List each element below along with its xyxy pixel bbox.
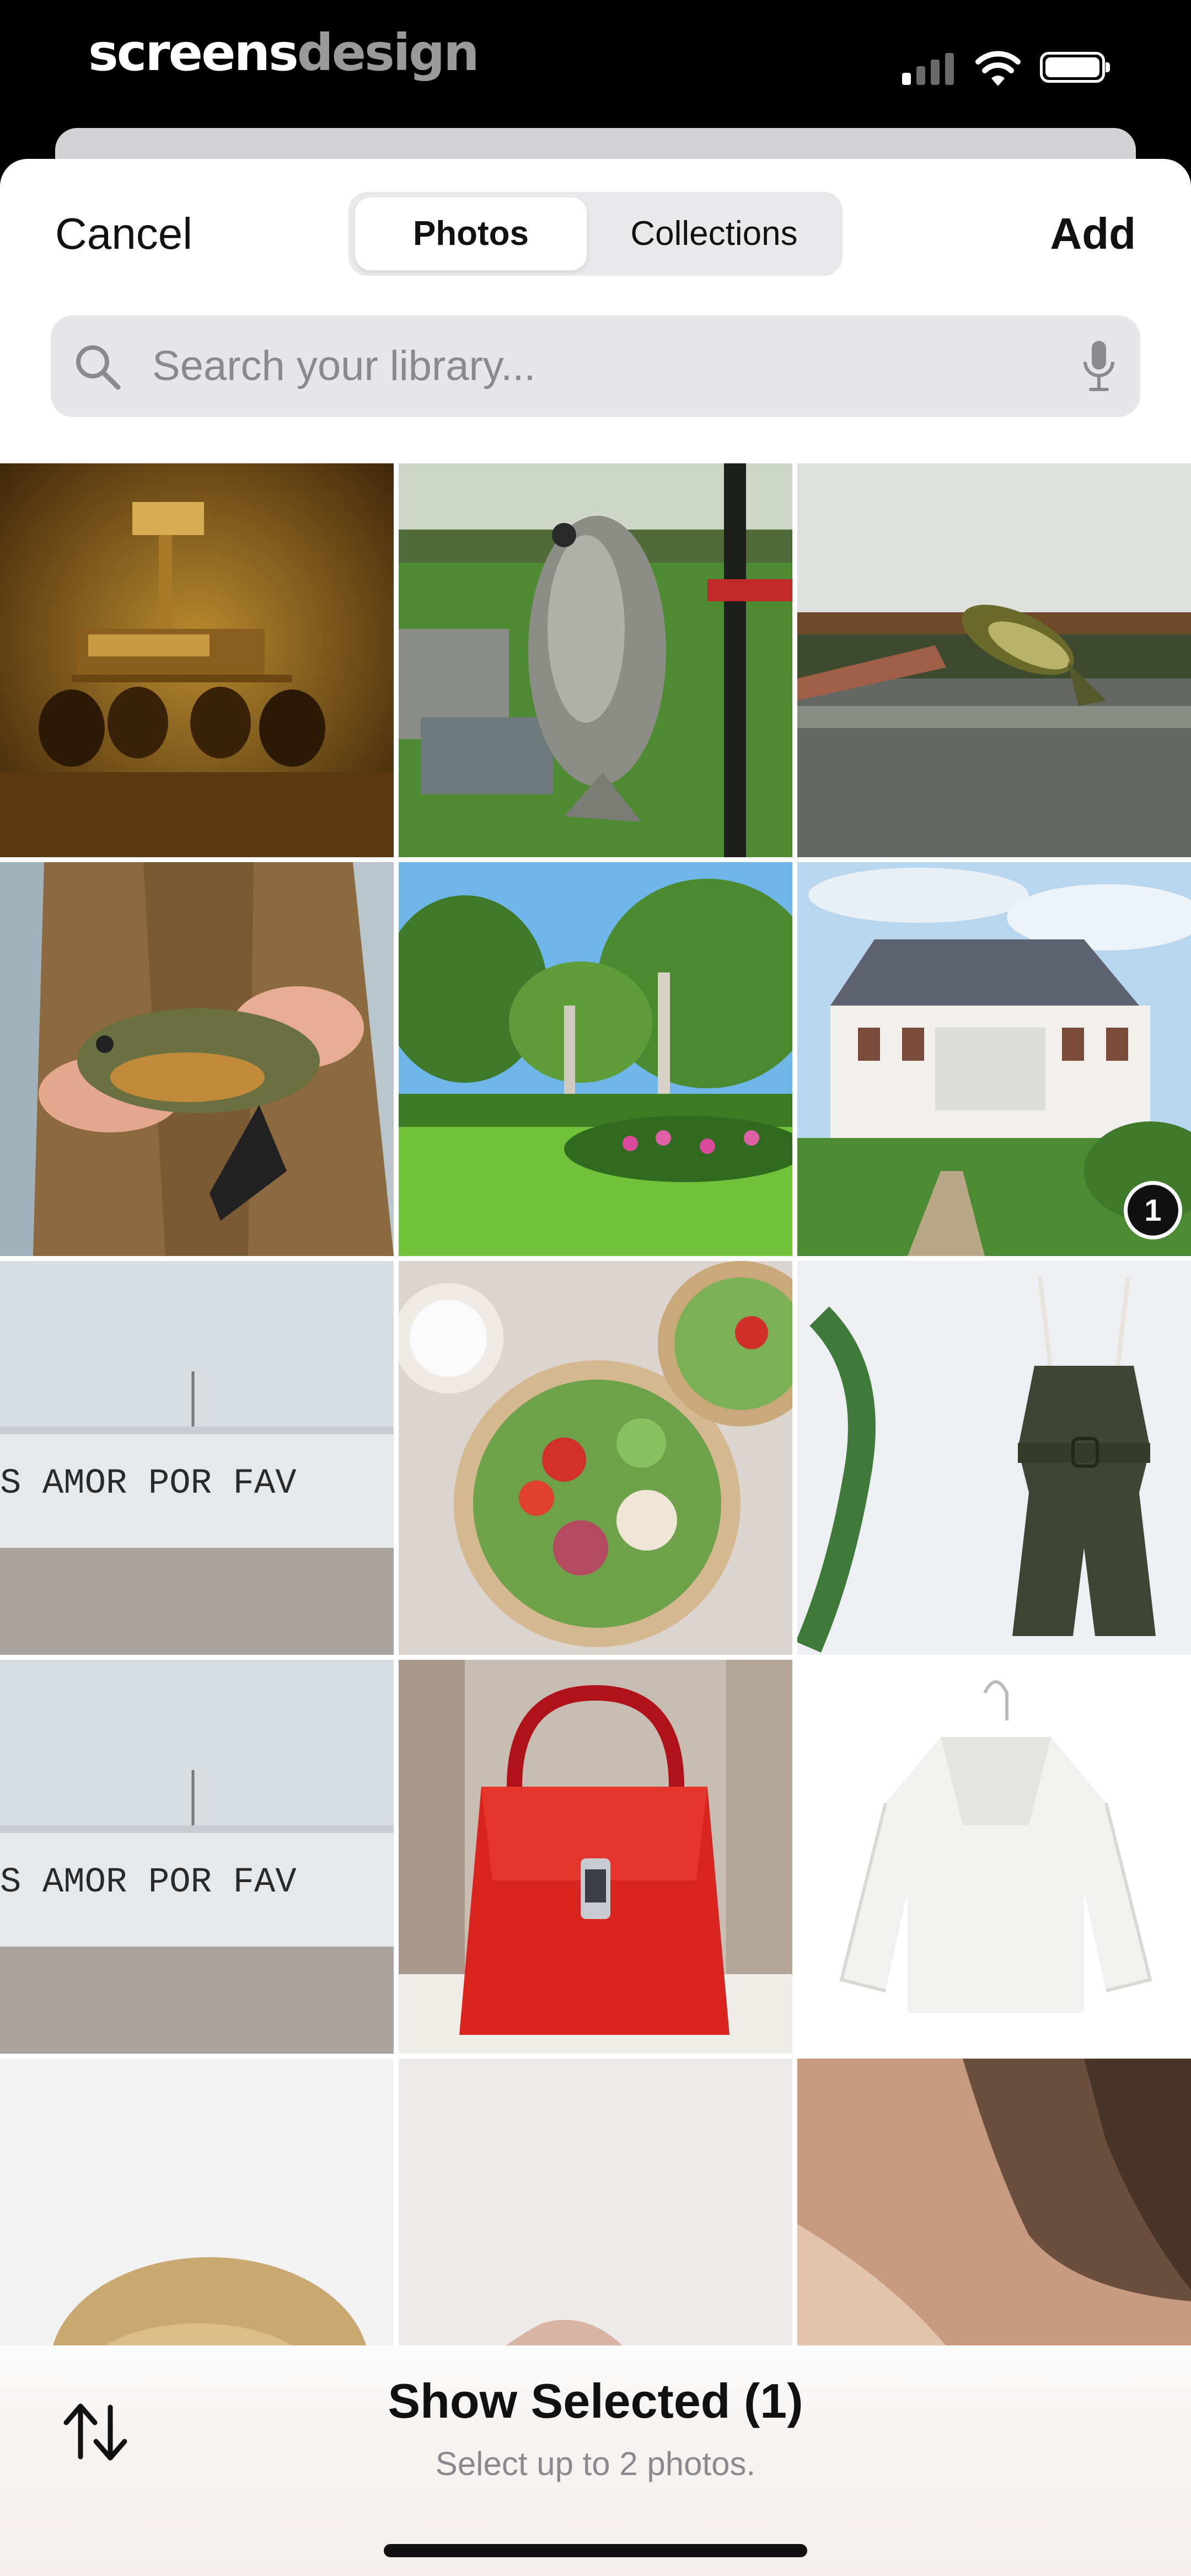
photo-tile-wall-2[interactable]: S AMOR POR FAV	[0, 1660, 394, 2054]
signal-icon	[902, 52, 957, 85]
brand-watermark: screensdesign	[88, 23, 480, 82]
search-bar[interactable]: Search your library...	[51, 316, 1140, 417]
photo-tile-sunfish[interactable]	[0, 862, 394, 1256]
photo-salad-bowls	[399, 1261, 792, 1655]
photo-tile-garden[interactable]	[399, 862, 792, 1256]
show-selected-button[interactable]: Show Selected (1)	[0, 2373, 1191, 2429]
photo-white-jacket	[797, 1660, 1191, 2054]
wall-graffiti-text: S AMOR POR FAV	[0, 1464, 297, 1504]
cancel-button[interactable]: Cancel	[55, 209, 192, 259]
tab-photos[interactable]: Photos	[355, 197, 587, 270]
photo-tile-house[interactable]: 1	[797, 862, 1191, 1256]
photo-amor-wall: S AMOR POR FAV	[0, 1261, 394, 1655]
photo-amor-wall-duplicate: S AMOR POR FAV	[0, 1660, 394, 2054]
battery-icon	[1040, 52, 1110, 83]
wall-graffiti-text: S AMOR POR FAV	[0, 1863, 297, 1902]
photo-tile-fish-2[interactable]	[797, 463, 1191, 857]
search-input[interactable]: Search your library...	[152, 316, 536, 417]
photo-tile-jacket[interactable]	[797, 1660, 1191, 2054]
photo-picker-sheet: Cancel Photos Collections Add Search you…	[0, 159, 1191, 2576]
photo-sunfish-hands	[0, 862, 394, 1256]
photo-bass-lake	[797, 463, 1191, 857]
photo-fish-lawn	[399, 463, 792, 857]
add-button[interactable]: Add	[1050, 209, 1136, 259]
home-indicator	[384, 2544, 807, 2557]
status-bar: screensdesign	[0, 0, 1191, 132]
tab-collections[interactable]: Collections	[591, 197, 837, 270]
brand-part-1: screens	[88, 23, 299, 82]
photo-tile-handbag[interactable]	[399, 1660, 792, 2054]
photo-rover-painting	[0, 463, 394, 857]
source-segmented-control: Photos Collections	[348, 192, 843, 276]
microphone-icon[interactable]	[1080, 339, 1118, 394]
photo-tile-rover[interactable]	[0, 463, 394, 857]
photo-tile-wall-1[interactable]: S AMOR POR FAV	[0, 1261, 394, 1655]
photo-red-handbag	[399, 1660, 792, 2054]
bottom-toolbar: Show Selected (1) Select up to 2 photos.	[0, 2345, 1191, 2576]
selection-badge[interactable]: 1	[1124, 1181, 1182, 1239]
wifi-icon	[975, 51, 1021, 86]
photo-tile-romper[interactable]	[797, 1261, 1191, 1655]
photo-tile-salad[interactable]	[399, 1261, 792, 1655]
selection-limit-hint: Select up to 2 photos.	[435, 2445, 756, 2482]
search-icon	[76, 345, 121, 390]
photo-tile-fish-1[interactable]	[399, 463, 792, 857]
photo-garden	[399, 862, 792, 1256]
brand-part-2: design	[297, 23, 480, 82]
photo-green-romper	[797, 1261, 1191, 1655]
